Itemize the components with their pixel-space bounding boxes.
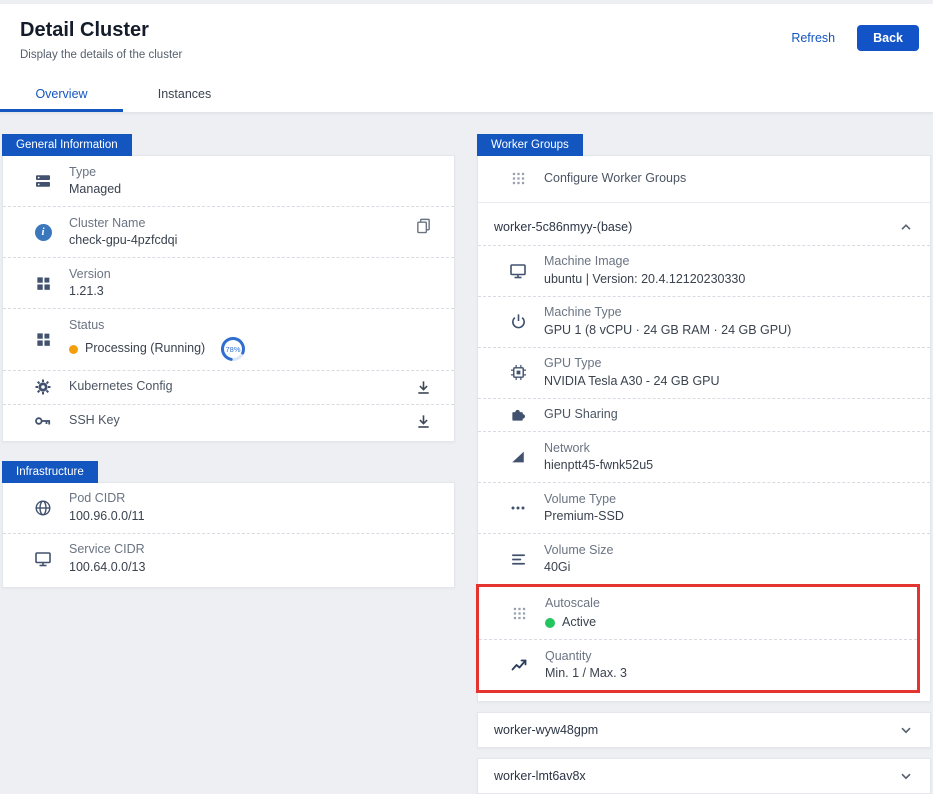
- row-label: Volume Size: [544, 542, 916, 560]
- worker-group-header-collapsed[interactable]: worker-lmt6av8x: [477, 758, 931, 794]
- row-gpu-type: GPU Type NVIDIA Tesla A30 - 24 GB GPU: [478, 347, 930, 398]
- back-button[interactable]: Back: [857, 25, 919, 51]
- tab-overview[interactable]: Overview: [0, 77, 123, 112]
- row-label: Cluster Name: [69, 215, 415, 233]
- row-machine-type: Machine Type GPU 1 (8 vCPU · 24 GB RAM ·…: [478, 296, 930, 347]
- tab-bar: Overview Instances: [0, 77, 933, 112]
- row-autoscale: Autoscale Active: [479, 587, 917, 639]
- worker-group-header-collapsed[interactable]: worker-wyw48gpm: [477, 712, 931, 748]
- chip-icon: [492, 364, 544, 381]
- row-value: check-gpu-4pzfcdqi: [69, 232, 415, 250]
- worker-group-name: worker-5c86nmyy-(base): [494, 220, 632, 234]
- row-value: GPU 1 (8 vCPU · 24 GB RAM · 24 GB GPU): [544, 322, 916, 340]
- row-label: Machine Image: [544, 253, 916, 271]
- info-icon: i: [17, 224, 69, 241]
- power-icon: [492, 313, 544, 330]
- infrastructure-card: Infrastructure Pod CIDR 100.96.0.0/11: [2, 482, 455, 588]
- row-value: 100.64.0.0/13: [69, 559, 440, 577]
- page-subtitle: Display the details of the cluster: [20, 49, 182, 61]
- copy-icon[interactable]: [415, 217, 440, 234]
- download-icon[interactable]: [415, 379, 440, 396]
- row-value: 100.96.0.0/11: [69, 508, 440, 526]
- row-label: Autoscale: [545, 595, 903, 613]
- row-volume-size: Volume Size 40Gi: [478, 533, 930, 584]
- annotation-highlight: Autoscale Active: [476, 584, 920, 693]
- row-volume-type: Volume Type Premium-SSD: [478, 482, 930, 533]
- row-label: GPU Sharing: [544, 406, 916, 424]
- row-label: Version: [69, 266, 440, 284]
- row-label: Pod CIDR: [69, 490, 440, 508]
- chevron-down-icon[interactable]: [898, 722, 914, 738]
- tab-instances[interactable]: Instances: [123, 77, 246, 112]
- worker-groups-card: Worker Groups Configure Worker Groups wo…: [477, 155, 931, 702]
- row-value: Premium-SSD: [544, 508, 916, 526]
- gear-icon: [17, 378, 69, 396]
- row-value: 1.21.3: [69, 283, 440, 301]
- active-dot: [545, 618, 555, 628]
- grid-dots-icon: [492, 170, 544, 187]
- globe-icon: [17, 499, 69, 517]
- row-cluster-name: i Cluster Name check-gpu-4pzfcdqi: [3, 206, 454, 257]
- row-label: Service CIDR: [69, 541, 440, 559]
- row-value: Min. 1 / Max. 3: [545, 665, 903, 683]
- row-label: Network: [544, 440, 916, 458]
- row-ssh-key: SSH Key: [3, 404, 454, 438]
- refresh-button[interactable]: Refresh: [785, 30, 841, 46]
- worker-group-name: worker-wyw48gpm: [494, 723, 598, 737]
- grid-dots-icon: [493, 605, 545, 622]
- row-value: Managed: [69, 181, 440, 199]
- progress-value: 78%: [226, 345, 241, 354]
- puzzle-icon: [492, 406, 544, 423]
- row-label: Status: [69, 317, 440, 335]
- signal-icon: [492, 449, 544, 465]
- worker-groups-ribbon: Worker Groups: [477, 134, 583, 156]
- key-icon: [17, 412, 69, 430]
- progress-ring: 78%: [220, 336, 246, 362]
- general-information-card: General Information Type Managed i: [2, 155, 455, 442]
- worker-group-name: worker-lmt6av8x: [494, 769, 586, 783]
- dots-icon: [492, 499, 544, 517]
- row-label: Type: [69, 164, 440, 182]
- row-version: Version 1.21.3: [3, 257, 454, 308]
- row-label: Quantity: [545, 648, 903, 666]
- trend-icon: [493, 656, 545, 674]
- page-title: Detail Cluster: [20, 19, 182, 42]
- row-value: ubuntu | Version: 20.4.12120230330: [544, 271, 916, 289]
- row-value: NVIDIA Tesla A30 - 24 GB GPU: [544, 373, 916, 391]
- download-icon[interactable]: [415, 413, 440, 430]
- row-label: Machine Type: [544, 304, 916, 322]
- server-icon: [17, 172, 69, 190]
- row-machine-image: Machine Image ubuntu | Version: 20.4.121…: [478, 245, 930, 296]
- infrastructure-ribbon: Infrastructure: [2, 461, 98, 483]
- worker-group-header-expanded[interactable]: worker-5c86nmyy-(base): [478, 207, 930, 245]
- status-dot: [69, 345, 78, 354]
- configure-label: Configure Worker Groups: [544, 170, 686, 188]
- status-value: Processing (Running): [85, 340, 205, 358]
- modules-icon: [17, 275, 69, 292]
- row-type: Type Managed: [3, 156, 454, 206]
- monitor-icon: [17, 550, 69, 568]
- row-label: Volume Type: [544, 491, 916, 509]
- row-label: GPU Type: [544, 355, 916, 373]
- row-service-cidr: Service CIDR 100.64.0.0/13: [3, 533, 454, 584]
- row-kubernetes-config: Kubernetes Config: [3, 370, 454, 404]
- row-value: Active: [562, 614, 596, 632]
- chevron-up-icon[interactable]: [898, 219, 914, 235]
- modules-icon: [17, 331, 69, 348]
- row-quantity: Quantity Min. 1 / Max. 3: [479, 639, 917, 690]
- list-icon: [492, 551, 544, 568]
- page-header: Detail Cluster Display the details of th…: [0, 4, 933, 113]
- row-pod-cidr: Pod CIDR 100.96.0.0/11: [3, 483, 454, 533]
- row-label: SSH Key: [69, 412, 415, 430]
- configure-worker-groups[interactable]: Configure Worker Groups: [478, 156, 930, 203]
- general-information-ribbon: General Information: [2, 134, 132, 156]
- row-network: Network hienptt45-fwnk52u5: [478, 431, 930, 482]
- row-gpu-sharing: GPU Sharing: [478, 398, 930, 432]
- row-label: Kubernetes Config: [69, 378, 415, 396]
- monitor-icon: [492, 262, 544, 280]
- row-status: Status Processing (Running) 78%: [3, 308, 454, 370]
- row-value: 40Gi: [544, 559, 916, 577]
- row-value: hienptt45-fwnk52u5: [544, 457, 916, 475]
